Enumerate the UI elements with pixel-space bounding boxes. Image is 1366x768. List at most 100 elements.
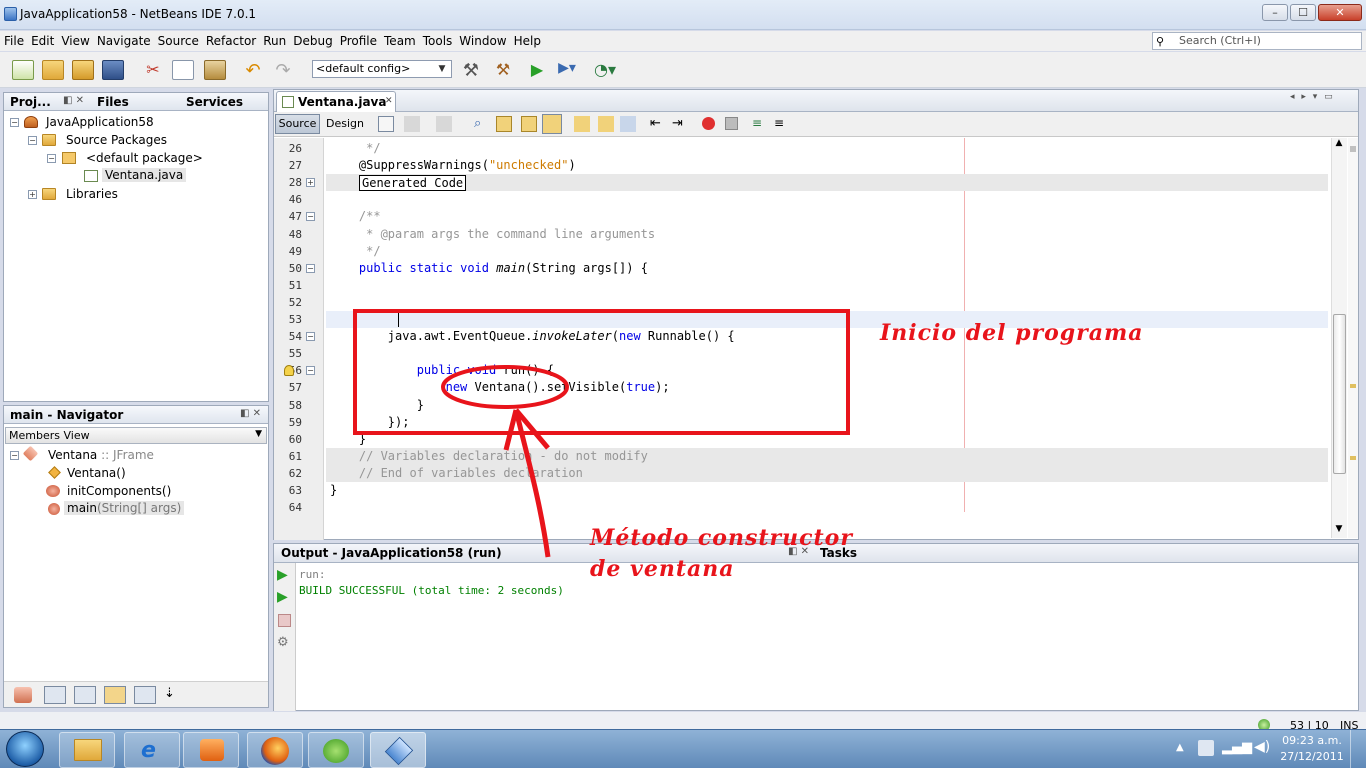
code-area[interactable]: */ @SuppressWarnings("unchecked") Generat… xyxy=(274,138,1330,518)
history-icon[interactable] xyxy=(378,116,394,132)
nav-item-class[interactable]: Ventana :: JFrame xyxy=(48,448,154,462)
search-input[interactable]: Search (Ctrl+I) xyxy=(1152,32,1362,50)
menu-window[interactable]: Window xyxy=(455,31,509,48)
rerun-icon[interactable]: ▶ xyxy=(277,567,288,583)
tab-services[interactable]: Services xyxy=(186,95,243,109)
volume-icon[interactable]: ◀) xyxy=(1254,739,1270,755)
settings-icon[interactable]: ⚙ xyxy=(277,635,289,650)
collapse-icon[interactable]: − xyxy=(47,154,56,163)
open-project-icon[interactable] xyxy=(72,60,94,80)
firefox-taskbar-button[interactable] xyxy=(247,732,303,768)
save-all-icon[interactable] xyxy=(102,60,124,80)
filter-icon[interactable] xyxy=(104,686,126,704)
ie-taskbar-button[interactable]: e xyxy=(124,732,180,768)
scroll-tabs-icon[interactable]: ◂ ▸ ▾ ▭ xyxy=(1290,92,1335,102)
toggle-highlight-icon[interactable] xyxy=(542,114,562,134)
maximize-button[interactable]: ☐ xyxy=(1290,4,1316,21)
tab-files[interactable]: Files xyxy=(97,95,129,109)
scroll-up-icon[interactable]: ▲ xyxy=(1332,138,1346,148)
tree-item-source-packages[interactable]: Source Packages xyxy=(66,133,167,147)
show-desktop-button[interactable] xyxy=(1350,730,1366,768)
show-hidden-icons[interactable]: ▲ xyxy=(1176,742,1184,753)
menu-tools[interactable]: Tools xyxy=(419,31,456,48)
find-previous-icon[interactable] xyxy=(496,116,512,132)
source-view-button[interactable]: Source xyxy=(275,114,320,134)
copy-icon[interactable] xyxy=(172,60,194,80)
clock-date[interactable]: 27/12/2011 xyxy=(1280,750,1344,763)
collapse-icon[interactable]: − xyxy=(10,451,19,460)
close-icon[interactable]: ◧ ✕ xyxy=(240,408,261,419)
close-icon[interactable]: ◧ ✕ xyxy=(63,95,84,106)
rerun-settings-icon[interactable]: ▶ xyxy=(277,589,288,605)
menu-team[interactable]: Team xyxy=(380,31,419,48)
redo-icon[interactable]: ↷ xyxy=(272,60,294,81)
back-icon[interactable] xyxy=(404,116,420,132)
scroll-down-icon[interactable]: ▼ xyxy=(1332,524,1346,534)
run-icon[interactable]: ▶ xyxy=(526,60,548,80)
tree-item-default-package[interactable]: <default package> xyxy=(86,151,203,165)
previous-bookmark-icon[interactable] xyxy=(574,116,590,132)
filter-icon[interactable] xyxy=(44,686,66,704)
explorer-taskbar-button[interactable] xyxy=(59,732,115,768)
menu-file[interactable]: File xyxy=(0,31,27,48)
media-taskbar-button[interactable] xyxy=(183,732,239,768)
sort-icon[interactable] xyxy=(134,686,156,704)
close-icon[interactable]: ✕ xyxy=(385,96,393,106)
filter-icon[interactable] xyxy=(74,686,96,704)
design-view-button[interactable]: Design xyxy=(322,114,368,134)
expand-icon[interactable]: + xyxy=(28,190,37,199)
tab-projects[interactable]: Proj... xyxy=(10,95,51,109)
find-icon[interactable]: ⌕ xyxy=(474,116,481,131)
tree-item-ventana-java[interactable]: Ventana.java xyxy=(102,168,187,182)
vertical-scrollbar[interactable]: ▲ ▼ xyxy=(1331,138,1347,538)
netbeans-taskbar-button[interactable] xyxy=(370,732,426,768)
sort-icon[interactable]: ⇣ xyxy=(164,686,175,701)
build-icon[interactable]: ⚒ xyxy=(460,60,482,81)
clean-build-icon[interactable]: ⚒ xyxy=(492,60,514,80)
menu-refactor[interactable]: Refactor xyxy=(202,31,259,48)
menu-profile[interactable]: Profile xyxy=(336,31,380,48)
shift-left-icon[interactable]: ⇤ xyxy=(650,116,661,131)
menu-view[interactable]: View xyxy=(57,31,92,48)
collapse-icon[interactable]: − xyxy=(10,118,19,127)
menu-edit[interactable]: Edit xyxy=(27,31,57,48)
clock-time[interactable]: 09:23 a.m. xyxy=(1282,734,1342,747)
shift-right-icon[interactable]: ⇥ xyxy=(672,116,683,131)
close-button[interactable]: ✕ xyxy=(1318,4,1362,21)
stop-macro-icon[interactable] xyxy=(725,117,738,130)
tree-item-project[interactable]: JavaApplication58 xyxy=(46,115,154,129)
undo-icon[interactable]: ↶ xyxy=(242,60,264,81)
tree-item-libraries[interactable]: Libraries xyxy=(66,187,118,201)
paste-icon[interactable] xyxy=(204,60,226,80)
collapse-icon[interactable]: − xyxy=(28,136,37,145)
start-button[interactable] xyxy=(6,731,44,767)
messenger-taskbar-button[interactable] xyxy=(308,732,364,768)
profile-icon[interactable]: ◔▾ xyxy=(594,60,616,80)
menu-source[interactable]: Source xyxy=(154,31,202,48)
toggle-bookmark-icon[interactable] xyxy=(620,116,636,132)
nav-item-initcomponents[interactable]: initComponents() xyxy=(67,484,171,498)
menu-run[interactable]: Run xyxy=(259,31,289,48)
menu-debug[interactable]: Debug xyxy=(289,31,335,48)
nav-item-constructor[interactable]: Ventana() xyxy=(67,466,126,480)
menu-help[interactable]: Help xyxy=(510,31,544,48)
debug-icon[interactable]: ▶▾ xyxy=(556,60,578,80)
scroll-thumb[interactable] xyxy=(1333,314,1346,474)
tab-ventana-java[interactable]: Ventana.java ✕ xyxy=(276,91,396,112)
minimize-button[interactable]: – xyxy=(1262,4,1288,21)
new-file-icon[interactable] xyxy=(12,60,34,80)
cut-icon[interactable]: ✂ xyxy=(142,60,164,80)
find-next-icon[interactable] xyxy=(521,116,537,132)
next-bookmark-icon[interactable] xyxy=(598,116,614,132)
uncomment-icon[interactable]: ≡ xyxy=(774,116,784,130)
forward-icon[interactable] xyxy=(436,116,452,132)
record-macro-icon[interactable] xyxy=(702,117,715,130)
filter-icon[interactable] xyxy=(14,687,32,703)
network-icon[interactable]: ▂▄▆ xyxy=(1222,740,1252,755)
config-select[interactable]: <default config> ▼ xyxy=(312,60,452,78)
comment-icon[interactable]: ≡ xyxy=(752,116,762,130)
stop-icon[interactable] xyxy=(278,614,291,627)
action-center-icon[interactable] xyxy=(1198,740,1214,756)
nav-item-main[interactable]: main(String[] args) xyxy=(64,501,185,515)
menu-navigate[interactable]: Navigate xyxy=(93,31,154,48)
